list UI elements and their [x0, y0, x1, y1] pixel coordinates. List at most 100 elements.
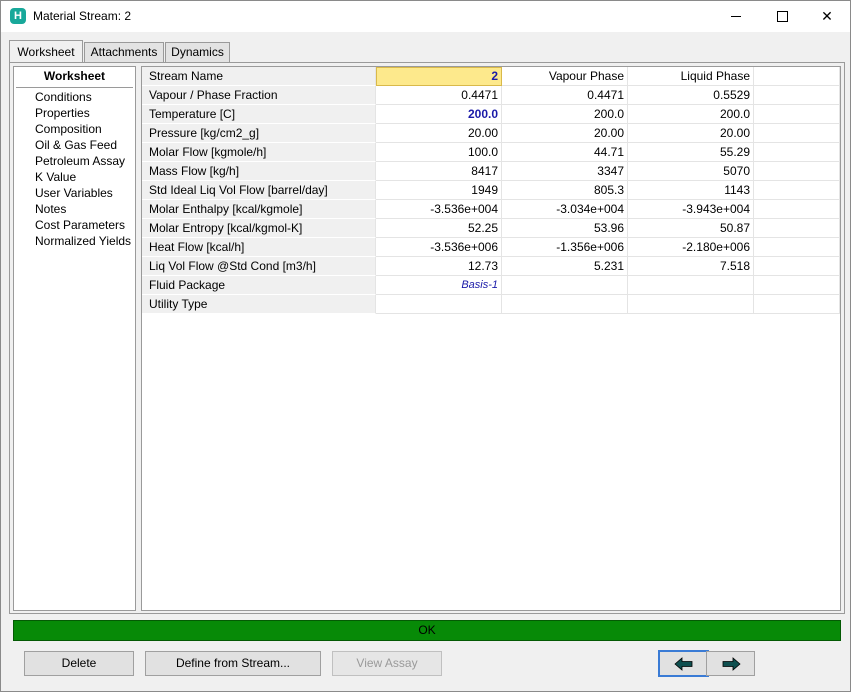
value-cell [628, 295, 754, 314]
value-cell[interactable]: 20.00 [376, 124, 502, 143]
value-cell: 53.96 [502, 219, 628, 238]
minimize-button[interactable] [713, 1, 759, 32]
worksheet-nav: Worksheet Conditions Properties Composit… [13, 66, 136, 611]
conditions-grid: Stream Name 2 Vapour Phase Liquid Phase … [141, 66, 841, 611]
value-cell: 200.0 [628, 105, 754, 124]
value-cell: 20.00 [502, 124, 628, 143]
nav-header: Worksheet [43, 69, 106, 83]
row-label: Std Ideal Liq Vol Flow [barrel/day] [142, 181, 376, 200]
stream-name-input[interactable]: 2 [376, 67, 502, 86]
value-cell: 200.0 [502, 105, 628, 124]
value-cell[interactable]: -3.536e+006 [376, 238, 502, 257]
nav-item-normalized-yields[interactable]: Normalized Yields [35, 234, 131, 248]
previous-button[interactable] [658, 650, 709, 677]
nav-item-composition[interactable]: Composition [35, 122, 102, 136]
value-cell[interactable]: -3.536e+004 [376, 200, 502, 219]
arrow-left-icon [673, 656, 692, 671]
empty-cell [754, 200, 840, 219]
value-cell[interactable]: 0.4471 [376, 86, 502, 105]
grid-row-mass-flow: Mass Flow [kg/h] 8417 3347 5070 [142, 162, 840, 181]
row-label: Liq Vol Flow @Std Cond [m3/h] [142, 257, 376, 276]
value-cell: 805.3 [502, 181, 628, 200]
close-button[interactable]: ✕ [804, 1, 850, 32]
row-label: Molar Enthalpy [kcal/kgmole] [142, 200, 376, 219]
maximize-button[interactable] [759, 1, 805, 32]
grid-row-vapour-fraction: Vapour / Phase Fraction 0.4471 0.4471 0.… [142, 86, 840, 105]
row-label: Fluid Package [142, 276, 376, 295]
value-cell: 20.00 [628, 124, 754, 143]
value-cell[interactable]: 12.73 [376, 257, 502, 276]
value-cell: -2.180e+006 [628, 238, 754, 257]
grid-row-temperature: Temperature [C] 200.0 200.0 200.0 [142, 105, 840, 124]
temperature-input[interactable]: 200.0 [376, 105, 502, 124]
value-cell [502, 295, 628, 314]
nav-item-notes[interactable]: Notes [35, 202, 66, 216]
value-cell: 5070 [628, 162, 754, 181]
delete-button[interactable]: Delete [24, 651, 134, 676]
empty-cell [754, 219, 840, 238]
nav-item-properties[interactable]: Properties [35, 106, 90, 120]
grid-row-stream-name: Stream Name 2 Vapour Phase Liquid Phase [142, 67, 840, 86]
row-label: Utility Type [142, 295, 376, 314]
value-cell[interactable]: 100.0 [376, 143, 502, 162]
value-cell: 55.29 [628, 143, 754, 162]
maximize-icon [777, 11, 788, 22]
window-title: Material Stream: 2 [33, 9, 132, 23]
value-cell: 50.87 [628, 219, 754, 238]
empty-cell [754, 67, 840, 86]
row-label: Heat Flow [kcal/h] [142, 238, 376, 257]
value-cell [502, 276, 628, 295]
grid-row-liq-vol-flow-std: Liq Vol Flow @Std Cond [m3/h] 12.73 5.23… [142, 257, 840, 276]
next-button[interactable] [706, 651, 755, 676]
empty-cell [754, 295, 840, 314]
empty-cell [754, 124, 840, 143]
row-label: Molar Flow [kgmole/h] [142, 143, 376, 162]
tab-worksheet[interactable]: Worksheet [9, 40, 83, 63]
status-bar: OK [13, 620, 841, 641]
nav-item-petroleum-assay[interactable]: Petroleum Assay [35, 154, 125, 168]
fluid-package-selector[interactable]: Basis-1 [376, 276, 502, 295]
row-label: Vapour / Phase Fraction [142, 86, 376, 105]
value-cell[interactable]: 8417 [376, 162, 502, 181]
value-cell: 0.5529 [628, 86, 754, 105]
grid-row-fluid-package: Fluid Package Basis-1 [142, 276, 840, 295]
value-cell: 0.4471 [502, 86, 628, 105]
column-header-liquid: Liquid Phase [628, 67, 754, 86]
row-label: Temperature [C] [142, 105, 376, 124]
tab-dynamics[interactable]: Dynamics [165, 42, 230, 62]
row-label: Molar Entropy [kcal/kgmol-K] [142, 219, 376, 238]
title-bar: H Material Stream: 2 ✕ [1, 1, 850, 32]
value-cell: -3.034e+004 [502, 200, 628, 219]
grid-row-std-ideal-liq-vol-flow: Std Ideal Liq Vol Flow [barrel/day] 1949… [142, 181, 840, 200]
empty-cell [754, 162, 840, 181]
empty-cell [754, 276, 840, 295]
empty-cell [754, 86, 840, 105]
arrow-right-icon [722, 656, 741, 671]
utility-type-input[interactable] [376, 295, 502, 314]
row-label: Stream Name [142, 67, 376, 86]
nav-item-k-value[interactable]: K Value [35, 170, 76, 184]
grid-row-pressure: Pressure [kg/cm2_g] 20.00 20.00 20.00 [142, 124, 840, 143]
row-label: Pressure [kg/cm2_g] [142, 124, 376, 143]
nav-item-cost-parameters[interactable]: Cost Parameters [35, 218, 125, 232]
value-cell: 7.518 [628, 257, 754, 276]
empty-cell [754, 143, 840, 162]
value-cell[interactable]: 52.25 [376, 219, 502, 238]
empty-cell [754, 238, 840, 257]
value-cell: -3.943e+004 [628, 200, 754, 219]
close-icon: ✕ [821, 8, 833, 24]
value-cell: 1143 [628, 181, 754, 200]
grid-row-molar-entropy: Molar Entropy [kcal/kgmol-K] 52.25 53.96… [142, 219, 840, 238]
define-from-stream-button[interactable]: Define from Stream... [145, 651, 321, 676]
column-header-vapour: Vapour Phase [502, 67, 628, 86]
empty-cell [754, 257, 840, 276]
grid-row-heat-flow: Heat Flow [kcal/h] -3.536e+006 -1.356e+0… [142, 238, 840, 257]
nav-divider [16, 87, 133, 88]
tab-attachments[interactable]: Attachments [84, 42, 164, 62]
value-cell[interactable]: 1949 [376, 181, 502, 200]
nav-item-conditions[interactable]: Conditions [35, 90, 92, 104]
grid-row-molar-flow: Molar Flow [kgmole/h] 100.0 44.71 55.29 [142, 143, 840, 162]
view-assay-button[interactable]: View Assay [332, 651, 442, 676]
nav-item-user-variables[interactable]: User Variables [35, 186, 113, 200]
nav-item-oil-gas-feed[interactable]: Oil & Gas Feed [35, 138, 117, 152]
